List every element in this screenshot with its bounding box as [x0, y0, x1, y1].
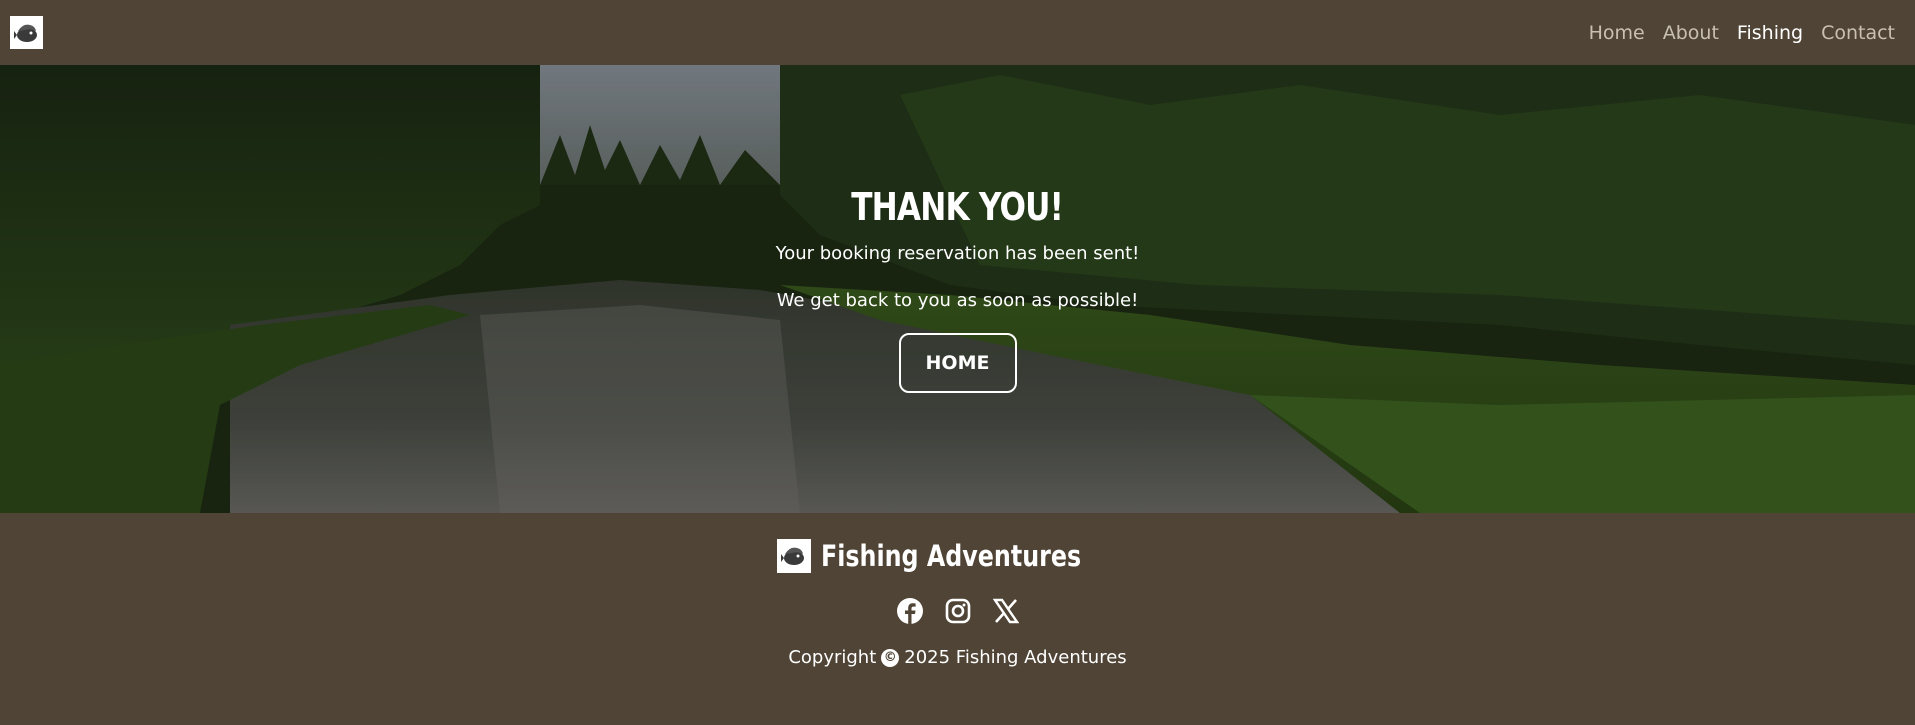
copyright-notice: Copyright © 2025 Fishing Adventures: [788, 647, 1126, 668]
followup-message: We get back to you as soon as possible!: [776, 290, 1139, 311]
nav-link-home[interactable]: Home: [1589, 22, 1645, 44]
fish-logo-icon[interactable]: [10, 16, 43, 49]
home-button[interactable]: HOME: [898, 333, 1017, 393]
footer-brand-name: Fishing Adventures: [820, 539, 1082, 573]
main-nav: Home About Fishing Contact: [1589, 22, 1895, 44]
social-links: [896, 597, 1020, 625]
copyright-text: 2025 Fishing Adventures: [904, 647, 1127, 668]
copyright-prefix: Copyright: [788, 647, 877, 668]
confirmation-message: Your booking reservation has been sent!: [775, 243, 1140, 264]
fish-logo-icon: [776, 539, 811, 573]
facebook-icon[interactable]: [896, 597, 924, 625]
hero-content: THANK YOU! Your booking reservation has …: [0, 65, 1915, 513]
footer: Fishing Adventures Copyright © 2025 Fish…: [0, 513, 1915, 725]
nav-link-fishing[interactable]: Fishing: [1737, 22, 1803, 44]
x-icon[interactable]: [992, 597, 1020, 625]
hero-section: THANK YOU! Your booking reservation has …: [0, 65, 1915, 513]
thank-you-heading: THANK YOU!: [851, 185, 1065, 229]
nav-link-contact[interactable]: Contact: [1821, 22, 1895, 44]
copyright-symbol: ©: [881, 648, 900, 667]
nav-link-about[interactable]: About: [1663, 22, 1719, 44]
instagram-icon[interactable]: [944, 597, 972, 625]
navbar: Home About Fishing Contact: [0, 0, 1915, 65]
footer-brand: Fishing Adventures: [776, 539, 1138, 573]
